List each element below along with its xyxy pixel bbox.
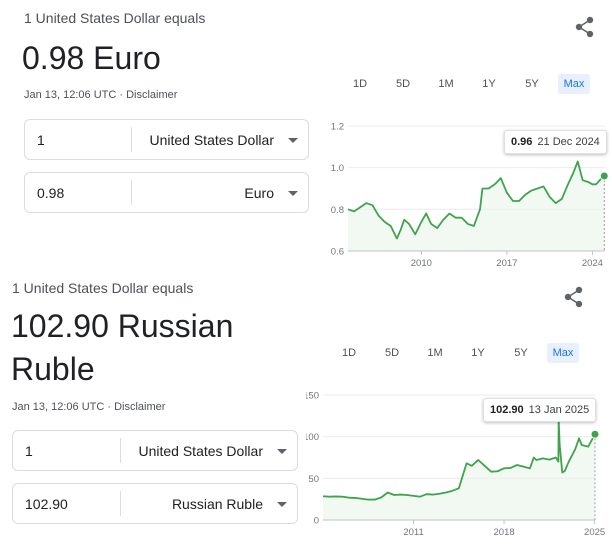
ruble-subtitle: 1 United States Dollar equals [12, 280, 194, 296]
to-amount-input[interactable]: 0.98 [37, 173, 64, 212]
range-5y[interactable]: 5Y [507, 343, 535, 363]
range-1y[interactable]: 1Y [464, 343, 492, 363]
from-amount-input[interactable]: 1 [25, 431, 33, 470]
field-divider [120, 491, 121, 516]
range-1y[interactable]: 1Y [475, 74, 503, 94]
share-icon[interactable] [570, 14, 600, 40]
from-amount-input[interactable]: 1 [37, 120, 45, 159]
y-tick-label: 50 [308, 474, 319, 485]
timestamp-disclaimer[interactable]: Jan 13, 12:06 UTC · Disclaimer [24, 89, 177, 101]
conversion-result: 102.90 Russian [11, 308, 234, 344]
chevron-down-icon[interactable] [288, 190, 298, 196]
y-tick-label: 150 [306, 391, 319, 402]
tooltip-value: 0.96 [511, 136, 533, 148]
series-area [323, 420, 595, 520]
range-1m[interactable]: 1M [421, 343, 449, 363]
to-amount-field[interactable]: 0.98 Euro [24, 172, 309, 213]
field-divider [131, 180, 132, 205]
to-amount-field[interactable]: 102.90 Russian Ruble [12, 483, 298, 524]
chart-tooltip: 0.96 21 Dec 2024 [504, 130, 607, 154]
to-amount-input[interactable]: 102.90 [25, 484, 68, 523]
x-tick-label: 2024 [582, 258, 603, 269]
field-divider [120, 438, 121, 463]
to-currency-select[interactable]: Russian Ruble [172, 484, 263, 523]
range-max[interactable]: Max [547, 343, 579, 363]
range-1m[interactable]: 1M [432, 74, 460, 94]
to-currency-select[interactable]: Euro [244, 173, 274, 212]
timestamp-disclaimer[interactable]: Jan 13, 12:06 UTC · Disclaimer [12, 401, 165, 413]
x-tick-label: 2017 [496, 258, 517, 269]
chevron-down-icon[interactable] [277, 448, 287, 454]
y-tick-label: 1.2 [331, 122, 344, 133]
conversion-result-line2: Ruble [11, 351, 95, 387]
from-amount-field[interactable]: 1 United States Dollar [24, 119, 309, 160]
y-tick-label: 0.6 [331, 247, 344, 258]
highlight-point [599, 171, 609, 181]
range-1d[interactable]: 1D [346, 74, 374, 94]
field-divider [131, 127, 132, 152]
x-tick-label: 2011 [403, 527, 423, 538]
conversion-result: 0.98 Euro [22, 40, 161, 76]
chevron-down-icon[interactable] [277, 501, 287, 507]
chart-tooltip: 102.90 13 Jan 2025 [483, 398, 597, 422]
range-5d[interactable]: 5D [389, 74, 417, 94]
series-area [348, 161, 605, 251]
x-tick-label: 2025 [584, 527, 605, 538]
x-tick-label: 2018 [494, 527, 515, 538]
range-1d[interactable]: 1D [335, 343, 363, 363]
tooltip-date: 13 Jan 2025 [528, 404, 590, 416]
from-currency-select[interactable]: United States Dollar [149, 120, 274, 159]
range-5y[interactable]: 5Y [518, 74, 546, 94]
y-tick-label: 1.0 [331, 163, 344, 174]
from-amount-field[interactable]: 1 United States Dollar [12, 430, 298, 471]
share-icon[interactable] [559, 284, 589, 310]
x-tick-label: 2010 [411, 258, 432, 269]
from-currency-select[interactable]: United States Dollar [138, 431, 263, 470]
y-tick-label: 100 [306, 432, 319, 443]
euro-subtitle: 1 United States Dollar equals [24, 10, 206, 26]
tooltip-date: 21 Dec 2024 [537, 136, 600, 148]
highlight-point [590, 429, 600, 439]
tooltip-value: 102.90 [490, 404, 524, 416]
chevron-down-icon[interactable] [288, 137, 298, 143]
y-tick-label: 0 [314, 516, 319, 527]
range-5d[interactable]: 5D [378, 343, 406, 363]
y-tick-label: 0.8 [331, 205, 344, 216]
range-max[interactable]: Max [558, 74, 590, 94]
